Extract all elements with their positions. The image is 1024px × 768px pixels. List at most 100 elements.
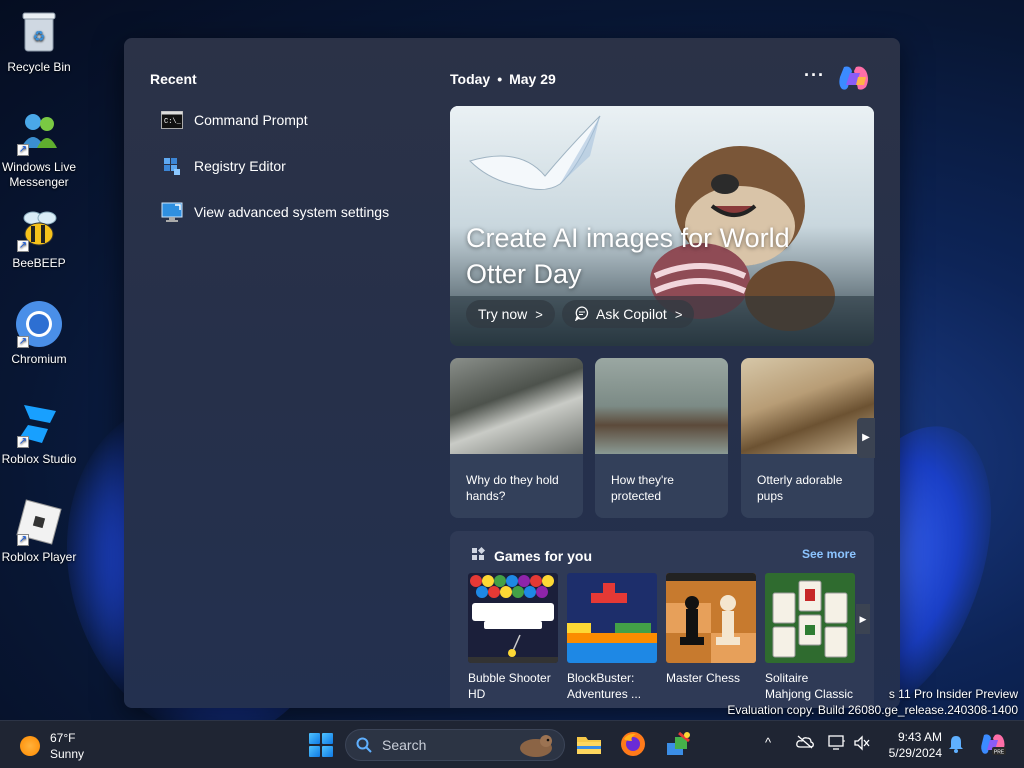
notification-bell-icon[interactable] [948, 735, 964, 756]
network-display-icon[interactable] [828, 735, 846, 754]
story-card[interactable]: Otterly adorable pups [741, 358, 874, 518]
windows-logo-tile [322, 746, 333, 757]
otter-search-highlight-icon [516, 732, 556, 761]
card-caption: Otterly adorable pups [757, 473, 843, 503]
clock-date: 5/29/2024 [888, 746, 942, 760]
desktop-icon-roblox-player[interactable]: ↗ Roblox Player [0, 498, 78, 565]
otter-in-water-image [595, 358, 728, 454]
card-caption: How they're protected [611, 473, 674, 503]
search-placeholder: Search [382, 737, 427, 753]
game-tile[interactable]: BlockBuster: Adventures ... [567, 573, 657, 702]
game-name: Bubble Shooter HD [468, 671, 551, 701]
try-now-button[interactable]: Try now > [466, 300, 555, 328]
file-explorer-icon[interactable] [576, 731, 602, 757]
games-next-button[interactable]: ▶ [856, 604, 870, 634]
desktop-icon-roblox-studio[interactable]: ↗ Roblox Studio [0, 400, 78, 467]
desktop-icon-chromium[interactable]: ↗ Chromium [0, 300, 78, 367]
command-prompt-icon: C:\_ [160, 110, 184, 130]
chat-bubble-icon [574, 305, 590, 324]
bee-icon: ↗ [15, 204, 63, 252]
game-tile[interactable]: Bubble Shooter HD [468, 573, 558, 702]
taskbar-clock[interactable]: 9:43 AM 5/29/2024 [884, 729, 942, 761]
search-icon [356, 737, 372, 753]
onedrive-offline-icon[interactable] [796, 735, 814, 752]
copilot-icon[interactable] [838, 63, 870, 93]
master-chess-thumbnail [666, 573, 756, 663]
mahjong-thumbnail [765, 573, 855, 663]
weather-temp: 67°F [50, 731, 76, 745]
desktop-icon-label: Windows Live Messenger [1, 160, 77, 189]
svg-text:PRE: PRE [994, 750, 1005, 756]
messenger-icon: ↗ [15, 108, 63, 156]
firefox-icon[interactable] [620, 731, 646, 757]
games-title: Games for you [494, 547, 593, 564]
chevron-right-icon: > [535, 306, 543, 322]
otters-holding-hands-image [450, 358, 583, 454]
volume-muted-icon[interactable] [853, 735, 871, 754]
sun-icon [20, 736, 40, 756]
windows-logo-tile [322, 733, 333, 744]
hero-card[interactable]: Create AI images for World Otter Day Try… [450, 106, 874, 346]
today-header: Today • May 29 [450, 71, 556, 87]
recent-item-registry-editor[interactable]: Registry Editor [160, 155, 286, 177]
weather-widget[interactable]: 67°F Sunny [20, 730, 84, 762]
game-tile[interactable]: Solitaire Mahjong Classic [765, 573, 855, 702]
game-controller-icon [470, 546, 486, 565]
taskbar-search-box[interactable]: Search [345, 729, 565, 761]
today-label: Today [450, 71, 491, 87]
show-hidden-icons-button[interactable]: ^ [765, 735, 771, 750]
ask-copilot-label: Ask Copilot [596, 306, 667, 322]
blockbuster-thumbnail [567, 573, 657, 663]
games-section: Games for you See more Bubble Shooter HD [450, 531, 874, 708]
try-now-label: Try now [478, 306, 528, 322]
shortcut-arrow-icon: ↗ [17, 240, 29, 252]
start-button[interactable] [309, 733, 333, 757]
roblox-player-icon: ↗ [15, 498, 63, 546]
shortcut-arrow-icon: ↗ [17, 534, 29, 546]
copilot-taskbar-icon[interactable]: PRE [980, 731, 1006, 760]
see-more-link[interactable]: See more [802, 547, 856, 561]
chromium-icon: ↗ [15, 300, 63, 348]
game-name: BlockBuster: Adventures ... [567, 671, 642, 701]
widgets-panel: Recent C:\_ Command Prompt Registry Edit… [124, 38, 900, 708]
shortcut-arrow-icon: ↗ [17, 336, 29, 348]
svg-text:C:\_: C:\_ [164, 118, 182, 126]
game-tile[interactable]: Master Chess [666, 573, 756, 686]
cards-next-button[interactable]: ▶ [857, 418, 875, 458]
bubble-shooter-thumbnail [468, 573, 558, 663]
watermark-build: Evaluation copy. Build 26080.ge_release.… [727, 703, 1018, 717]
desktop-icon-label: Recycle Bin [7, 60, 71, 74]
recent-item-label: Registry Editor [194, 158, 286, 174]
svg-text:♻: ♻ [33, 28, 46, 44]
windows-logo-tile [309, 746, 320, 757]
desktop-icon-label: Roblox Player [1, 550, 77, 564]
shortcut-arrow-icon: ↗ [17, 144, 29, 156]
shortcut-arrow-icon: ↗ [17, 436, 29, 448]
desktop-icon-recycle-bin[interactable]: ♻ Recycle Bin [0, 8, 78, 75]
date-label: May 29 [509, 71, 556, 87]
roblox-studio-icon: ↗ [15, 400, 63, 448]
clock-time: 9:43 AM [897, 730, 942, 744]
ask-copilot-button[interactable]: Ask Copilot > [562, 300, 695, 328]
desktop-icon-beebeep[interactable]: ↗ BeeBEEP [0, 204, 78, 271]
story-card[interactable]: Why do they hold hands? [450, 358, 583, 518]
build-watermark: s 11 Pro Insider Preview Evaluation copy… [727, 686, 1018, 718]
game-name: Master Chess [666, 671, 741, 685]
system-settings-icon [160, 202, 184, 222]
registry-editor-icon [160, 156, 184, 176]
more-options-button[interactable]: ··· [804, 65, 825, 86]
weather-condition: Sunny [50, 747, 85, 761]
snipping-tool-icon[interactable] [665, 731, 691, 757]
windows-logo-tile [309, 733, 320, 744]
recycle-bin-icon: ♻ [15, 8, 63, 56]
desktop-icon-messenger[interactable]: ↗ Windows Live Messenger [0, 108, 78, 190]
recent-title: Recent [150, 71, 197, 87]
recent-item-label: Command Prompt [194, 112, 308, 128]
story-card[interactable]: How they're protected [595, 358, 728, 518]
otter-pup-image [741, 358, 874, 454]
recent-item-label: View advanced system settings [194, 204, 390, 220]
recent-item-advanced-system-settings[interactable]: View advanced system settings [160, 201, 389, 223]
recent-item-command-prompt[interactable]: C:\_ Command Prompt [160, 109, 308, 131]
desktop-icon-label: Roblox Studio [1, 452, 77, 466]
separator-dot: • [497, 71, 503, 87]
